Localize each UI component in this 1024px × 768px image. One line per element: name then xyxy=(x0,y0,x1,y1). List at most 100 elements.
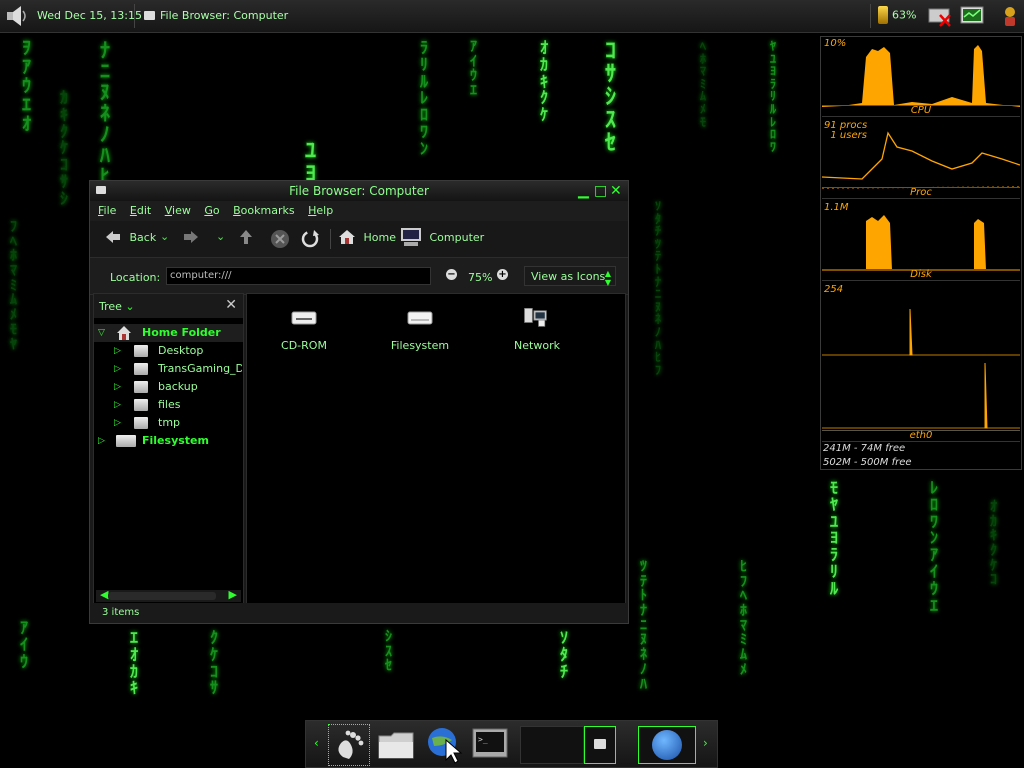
clock[interactable]: Wed Dec 15, 13:15 xyxy=(37,9,142,22)
panel-scroll-right-icon[interactable]: › xyxy=(703,736,708,750)
computer-button[interactable]: Computer xyxy=(400,227,484,247)
svg-text:>_: >_ xyxy=(478,735,488,744)
panel-scroll-left-icon[interactable]: ‹ xyxy=(314,736,319,750)
disk-value: 1.1M xyxy=(824,202,849,213)
forward-history-dropdown[interactable]: ⌄ xyxy=(216,230,225,243)
user-switch-icon[interactable] xyxy=(1000,5,1020,27)
tree-item-desktop[interactable]: ▷ Desktop xyxy=(94,342,243,360)
tree-item-label: backup xyxy=(158,380,198,393)
window-menu-icon[interactable] xyxy=(96,186,106,194)
tree-item-tmp[interactable]: ▷ tmp xyxy=(94,414,243,432)
status-text: 3 items xyxy=(102,607,140,618)
menu-edit[interactable]: Edit xyxy=(130,201,151,221)
file-manager-launcher-icon[interactable] xyxy=(376,724,416,764)
sidebar-mode-select[interactable]: Tree ⌄ xyxy=(99,300,135,313)
proc-value: 91 procs 1 users xyxy=(824,120,868,141)
tree-item-transgaming-drive[interactable]: ▷ TransGaming_Drive xyxy=(94,360,243,378)
menu-go[interactable]: Go xyxy=(204,201,219,221)
folder-icon xyxy=(144,11,155,20)
zoom-in-icon[interactable]: + xyxy=(497,269,508,280)
menu-file[interactable]: File xyxy=(98,201,116,221)
menu-help[interactable]: Help xyxy=(308,201,333,221)
expander-closed-icon[interactable]: ▷ xyxy=(114,342,121,360)
tree-item-label: files xyxy=(158,398,181,411)
sidebar-mode-label: Tree xyxy=(99,300,122,313)
expander-open-icon[interactable]: ▽ xyxy=(98,324,105,342)
folder-icon xyxy=(116,435,136,447)
forward-button[interactable] xyxy=(182,229,200,248)
workspace-3[interactable] xyxy=(638,726,696,764)
scrollbar-thumb[interactable] xyxy=(108,592,216,600)
up-button[interactable] xyxy=(238,229,254,248)
tree-item-home-folder[interactable]: ▽ Home Folder xyxy=(94,324,243,342)
menu-label: dit xyxy=(136,204,152,217)
maximize-icon[interactable]: □ xyxy=(594,183,607,199)
tree-item-files[interactable]: ▷ files xyxy=(94,396,243,414)
battery-indicator[interactable]: 63% xyxy=(878,6,916,24)
expander-closed-icon[interactable]: ▷ xyxy=(114,360,121,378)
tree-item-filesystem[interactable]: ▷ Filesystem xyxy=(94,432,243,450)
folder-icon xyxy=(134,399,148,411)
taskbar-item-file-browser[interactable]: File Browser: Computer xyxy=(144,9,288,22)
sidebar: Tree ⌄ ✕ ▽ Home Folder ▷ Desktop ▷ Trans… xyxy=(93,293,244,605)
icon-view: CD-ROM Filesystem Network xyxy=(246,293,626,605)
location-input[interactable]: computer:/// xyxy=(166,267,431,285)
file-item-filesystem[interactable]: Filesystem xyxy=(375,304,465,352)
back-button[interactable]: Back xyxy=(104,229,156,245)
panel-separator xyxy=(870,4,871,28)
menu-label: o xyxy=(212,204,220,217)
computer-icon xyxy=(401,228,421,246)
folder-icon xyxy=(134,345,148,357)
cpu-label: CPU xyxy=(822,105,1020,116)
chevron-down-icon: ⌄ xyxy=(125,300,135,313)
cpu-value: 10% xyxy=(824,38,847,49)
gnome-foot-icon[interactable] xyxy=(328,724,370,766)
menu-view[interactable]: View xyxy=(165,201,191,221)
window-titlebar[interactable]: File Browser: Computer ▁ □ ✕ xyxy=(90,181,628,201)
file-item-cdrom[interactable]: CD-ROM xyxy=(259,304,349,352)
reload-button[interactable] xyxy=(300,229,320,252)
workspace-1[interactable] xyxy=(520,726,584,764)
location-bar: Location: computer:/// − 75% + View as I… xyxy=(90,258,628,295)
reload-icon xyxy=(301,230,319,248)
back-history-dropdown[interactable]: ⌄ xyxy=(160,230,169,243)
scroll-right-icon[interactable]: ▶ xyxy=(229,588,237,601)
expander-closed-icon[interactable]: ▷ xyxy=(114,378,121,396)
up-arrow-icon xyxy=(240,230,252,244)
sidebar-horizontal-scrollbar[interactable]: ◀ ▶ xyxy=(96,588,241,602)
network-disconnected-icon[interactable] xyxy=(928,5,952,27)
back-arrow-icon xyxy=(106,231,120,243)
view-as-select[interactable]: View as Icons ▲ ▼ xyxy=(524,266,616,287)
menu-label: iew xyxy=(172,204,191,217)
menu-bookmarks[interactable]: Bookmarks xyxy=(233,201,294,221)
zoom-out-icon[interactable]: − xyxy=(446,269,457,280)
expander-closed-icon[interactable]: ▷ xyxy=(114,414,121,432)
disk-graph[interactable]: 1.1M Disk xyxy=(822,201,1020,281)
cdrom-icon xyxy=(291,311,317,325)
stop-icon xyxy=(271,230,289,248)
file-item-network[interactable]: Network xyxy=(492,304,582,352)
close-sidebar-icon[interactable]: ✕ xyxy=(225,297,237,313)
zoom-level[interactable]: 75% xyxy=(468,271,492,284)
workspace-2[interactable] xyxy=(584,726,616,764)
stop-button[interactable] xyxy=(270,229,290,252)
speaker-icon[interactable] xyxy=(4,3,30,29)
network-icon xyxy=(524,308,547,327)
file-item-label: Network xyxy=(514,339,560,352)
home-button[interactable]: Home xyxy=(338,228,396,246)
cpu-graph[interactable]: 10% CPU xyxy=(822,37,1020,117)
tree-item-backup[interactable]: ▷ backup xyxy=(94,378,243,396)
system-monitor-icon[interactable] xyxy=(960,5,984,27)
menubar: File Edit View Go Bookmarks Help xyxy=(90,201,628,221)
sidebar-header: Tree ⌄ ✕ xyxy=(94,294,243,318)
bottom-panel: ‹ >_ › xyxy=(305,720,718,768)
proc-graph[interactable]: 91 procs 1 users Proc xyxy=(822,119,1020,199)
expander-closed-icon[interactable]: ▷ xyxy=(98,432,105,450)
tree-item-label: TransGaming_Drive xyxy=(158,362,242,375)
terminal-launcher-icon[interactable]: >_ xyxy=(470,724,510,764)
minimize-icon[interactable]: ▁ xyxy=(578,183,589,199)
expander-closed-icon[interactable]: ▷ xyxy=(114,396,121,414)
web-browser-launcher-icon[interactable] xyxy=(424,724,464,764)
close-icon[interactable]: ✕ xyxy=(610,183,622,199)
net-graph[interactable]: 254 eth0 xyxy=(822,283,1020,442)
